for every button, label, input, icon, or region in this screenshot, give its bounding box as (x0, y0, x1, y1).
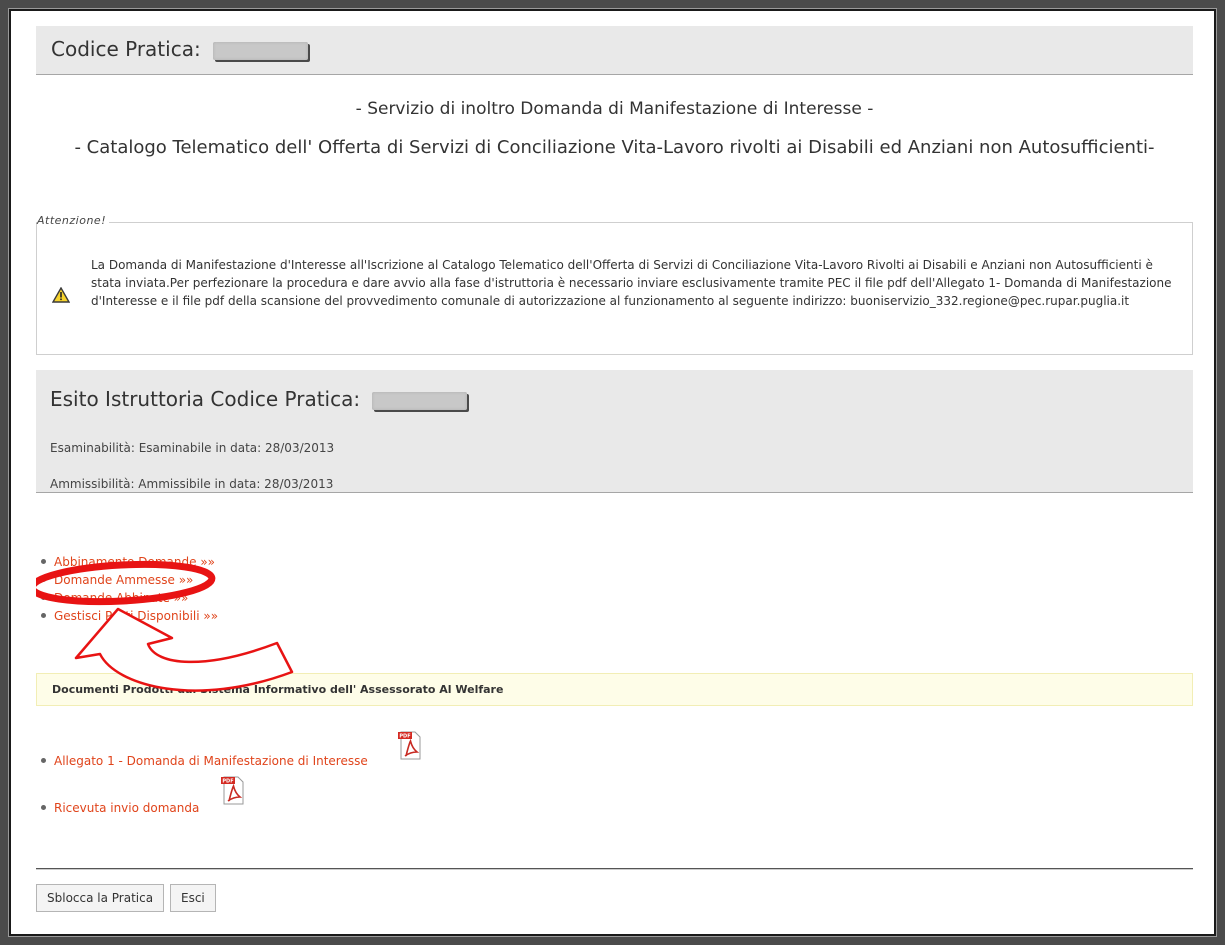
attention-message: La Domanda di Manifestazione d'Interesse… (91, 258, 1172, 308)
service-title: - Servizio di inoltro Domanda di Manifes… (355, 99, 874, 119)
esito-title: Esito Istruttoria Codice Pratica: (50, 387, 468, 411)
esito-panel: Esito Istruttoria Codice Pratica: Esamin… (36, 370, 1193, 493)
link-label: Ricevuta invio domanda (54, 801, 200, 815)
link-label: Gestisci Posti Disponibili »» (54, 609, 219, 623)
bullet (41, 559, 46, 564)
bullet (41, 595, 46, 600)
attention-panel: Attenzione! La Domanda di Manifestazione… (36, 214, 1193, 355)
app-window: Codice Pratica: - Servizio di inoltro Do… (9, 9, 1216, 936)
link-label: Domande Ammesse »» (54, 573, 194, 587)
attention-legend: Attenzione! (37, 214, 110, 227)
link-ricevuta-invio[interactable]: Ricevuta invio domanda (41, 801, 199, 815)
esito-title-label: Esito Istruttoria Codice Pratica: (50, 387, 361, 411)
documents-header: Documenti Prodotti dal Sistema Informati… (36, 673, 1193, 706)
unlock-practice-button[interactable]: Sblocca la Pratica (36, 884, 165, 912)
svg-text:PDF: PDF (222, 779, 233, 785)
ammissibilita-status: Ammissibilità: Ammissibile in data: 28/0… (50, 477, 334, 491)
practice-header: Codice Pratica: (36, 26, 1193, 75)
warning-icon (52, 287, 70, 303)
bullet (41, 758, 46, 763)
bullet (41, 577, 46, 582)
link-label: Domande Abbinate »» (54, 591, 189, 605)
link-gestisci-posti[interactable]: Gestisci Posti Disponibili »» (41, 609, 218, 623)
page-title: Codice Pratica: (51, 37, 309, 61)
footer-divider (36, 868, 1193, 870)
redacted-practice-code (213, 41, 309, 60)
practice-code-label: Codice Pratica: (51, 37, 201, 61)
exit-button[interactable]: Esci (170, 884, 216, 912)
pdf-icon[interactable]: PDF (221, 775, 245, 806)
pdf-icon[interactable]: PDF (398, 730, 422, 761)
catalog-title: - Catalogo Telematico dell' Offerta di S… (74, 137, 1155, 158)
documents-header-label: Documenti Prodotti dal Sistema Informati… (52, 683, 504, 696)
link-allegato-1[interactable]: Allegato 1 - Domanda di Manifestazione d… (41, 754, 368, 768)
bullet (41, 805, 46, 810)
link-label: Abbinamento Domande »» (54, 555, 216, 569)
link-domande-abbinate[interactable]: Domande Abbinate »» (41, 591, 188, 605)
svg-text:PDF: PDF (399, 734, 410, 740)
link-label: Allegato 1 - Domanda di Manifestazione d… (54, 754, 368, 768)
bullet (41, 613, 46, 618)
redacted-esito-code (372, 391, 468, 410)
link-domande-ammesse[interactable]: Domande Ammesse »» (41, 573, 193, 587)
link-abbinamento-domande[interactable]: Abbinamento Domande »» (41, 555, 215, 569)
esaminabilita-status: Esaminabilità: Esaminabile in data: 28/0… (50, 441, 335, 455)
